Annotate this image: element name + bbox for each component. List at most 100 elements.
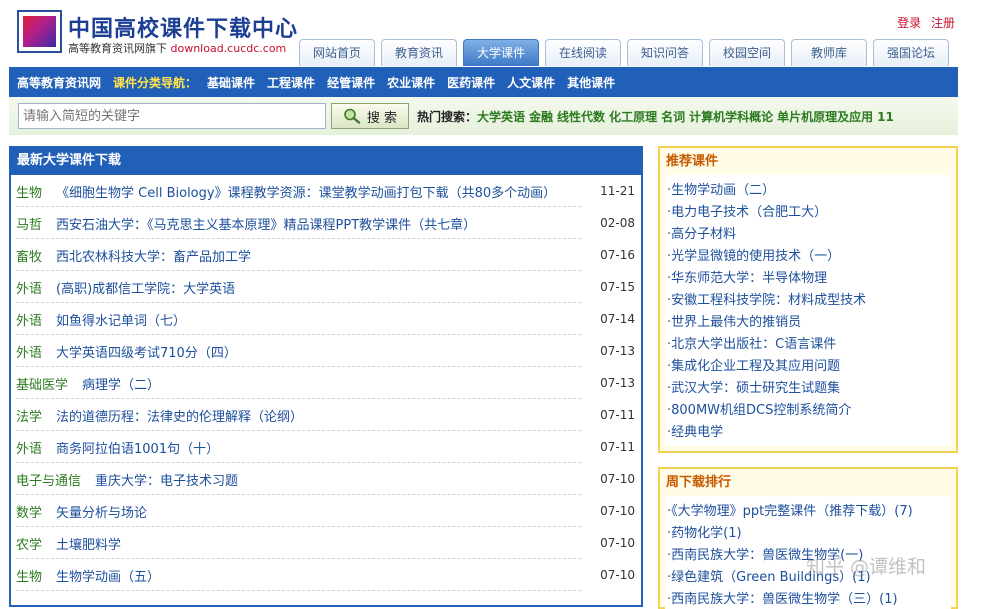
hot-term-2[interactable]: 线性代数 [557,110,605,124]
weekly-ranking-item[interactable]: 西南民族大学：兽医微生物学(一) [667,545,951,567]
item-category[interactable]: 数学 [16,502,42,521]
latest-list-item: 生物 生物学动画（五） 07-10 [11,559,641,591]
recommended-list: 生物学动画（二）电力电子技术（合肥工大）高分子材料光学显微镜的使用技术（一）华东… [667,180,951,444]
item-category[interactable]: 外语 [16,438,42,457]
item-category[interactable]: 法学 [16,406,42,425]
recommended-item[interactable]: 集成化企业工程及其应用问题 [667,356,951,378]
item-title-link[interactable]: 法的道德历程：法律史的伦理解释（论纲） [56,406,303,425]
item-date: 07-11 [600,440,635,454]
nav-category-5[interactable]: 人文课件 [507,74,555,91]
latest-list-item: 马哲 西安石油大学：《马克思主义基本原理》精品课程PPT教学课件（共七章） 02-0… [11,207,641,239]
item-title-link[interactable]: 重庆大学：电子技术习题 [95,470,238,489]
item-category[interactable]: 外语 [16,342,42,361]
item-title-link[interactable]: 西安石油大学：《马克思主义基本原理》精品课程PPT教学课件（共七章） [56,214,476,233]
item-date: 07-10 [600,472,635,486]
hot-term-3[interactable]: 化工原理 [609,110,657,124]
item-category[interactable]: 马哲 [16,214,42,233]
latest-panel-title: 最新大学课件下载 [11,146,641,175]
weekly-ranking-item[interactable]: 西南民族大学：兽医微生物学（三）(1) [667,589,951,609]
hot-search-label: 热门搜索： [417,109,478,124]
nav-category-2[interactable]: 经管课件 [327,74,375,91]
recommended-item[interactable]: 800MW机组DCS控制系统简介 [667,400,951,422]
search-input[interactable] [18,103,326,129]
item-date: 07-10 [600,504,635,518]
site-logo[interactable] [17,10,62,53]
nav-category-6[interactable]: 其他课件 [567,74,615,91]
hot-term-1[interactable]: 金融 [529,110,553,124]
recommended-item[interactable]: 高分子材料 [667,224,951,246]
item-date: 07-11 [600,408,635,422]
nav-category-1[interactable]: 工程课件 [267,74,315,91]
search-bar: 搜 索 热门搜索：大学英语金融线性代数化工原理名词计算机学科概论单片机原理及应用… [9,97,958,135]
tab-6[interactable]: 教师库 [791,39,867,66]
recommended-item[interactable]: 华东师范大学：半导体物理 [667,268,951,290]
item-category[interactable]: 外语 [16,278,42,297]
hot-search: 热门搜索：大学英语 金融 线性代数 化工原理 名词 计算机学科概论 单片机原理及应用 11 [417,108,898,125]
latest-list-item: 外语 如鱼得水记单词（七） 07-14 [11,303,641,335]
nav-home-link[interactable]: 高等教育资讯网 [17,74,101,91]
recommended-item[interactable]: 光学显微镜的使用技术（一） [667,246,951,268]
latest-list-item: 法学 法的道德历程：法律史的伦理解释（论纲） 07-11 [11,399,641,431]
weekly-ranking-item[interactable]: 《大学物理》ppt完整课件（推荐下载）(7) [667,501,951,523]
item-category[interactable]: 畜牧 [16,246,42,265]
item-date: 07-10 [600,536,635,550]
recommended-item[interactable]: 经典电学 [667,422,951,444]
latest-list-item: 外语 商务阿拉伯语1001句（十） 07-11 [11,431,641,463]
item-title-link[interactable]: 土壤肥料学 [56,534,121,553]
item-title-link[interactable]: 西北农林科技大学：畜产品加工学 [56,246,251,265]
tab-0[interactable]: 网站首页 [299,39,375,66]
item-title-link[interactable]: 生物学动画（五） [56,566,160,585]
tab-5[interactable]: 校园空间 [709,39,785,66]
item-category[interactable]: 电子与通信 [16,470,81,489]
site-subtitle: 高等教育资讯网旗下 download.cucdc.com [68,40,286,56]
item-category[interactable]: 基础医学 [16,374,68,393]
item-date: 02-08 [600,216,635,230]
search-button[interactable]: 搜 索 [331,103,409,129]
item-title-link[interactable]: 商务阿拉伯语1001句（十） [56,438,219,457]
hot-term-5[interactable]: 计算机学科概论 [689,110,773,124]
tab-7[interactable]: 强国论坛 [873,39,949,66]
hot-term-6[interactable]: 单片机原理及应用 [777,110,873,124]
weekly-ranking-item[interactable]: 药物化学(1) [667,523,951,545]
hot-term-4[interactable]: 名词 [661,110,685,124]
recommended-item[interactable]: 生物学动画（二） [667,180,951,202]
site-url[interactable]: download.cucdc.com [171,42,287,55]
item-date: 07-14 [600,312,635,326]
site-subtitle-text: 高等教育资讯网旗下 [68,42,167,55]
latest-list-item: 外语 (高职)成都信工学院：大学英语 07-15 [11,271,641,303]
item-category[interactable]: 农学 [16,534,42,553]
item-category[interactable]: 外语 [16,310,42,329]
item-title-link[interactable]: 病理学（二） [82,374,160,393]
item-title-link[interactable]: 《细胞生物学 Cell Biology》课程教学资源：课堂教学动画打包下载（共8… [56,182,556,201]
weekly-ranking-item[interactable]: 绿色建筑（Green Buildings）(1) [667,567,951,589]
item-title-link[interactable]: (高职)成都信工学院：大学英语 [56,278,235,297]
item-title-link[interactable]: 矢量分析与场论 [56,502,147,521]
search-button-label: 搜 索 [366,110,398,126]
weekly-ranking-panel: 周下载排行 《大学物理》ppt完整课件（推荐下载）(7)药物化学(1)西南民族大… [658,467,958,609]
tab-4[interactable]: 知识问答 [627,39,703,66]
item-date: 07-16 [600,248,635,262]
nav-category-4[interactable]: 医药课件 [447,74,495,91]
tab-2[interactable]: 大学课件 [463,39,539,66]
nav-category-3[interactable]: 农业课件 [387,74,435,91]
item-date: 07-13 [600,376,635,390]
recommended-item[interactable]: 武汉大学：硕士研究生试题集 [667,378,951,400]
item-category[interactable]: 生物 [16,182,42,201]
login-link[interactable]: 登录 [897,16,921,30]
register-link[interactable]: 注册 [931,16,955,30]
tab-1[interactable]: 教育资讯 [381,39,457,66]
item-title-link[interactable]: 如鱼得水记单词（七） [56,310,186,329]
nav-category-0[interactable]: 基础课件 [207,74,255,91]
recommended-item[interactable]: 北京大学出版社：C语言课件 [667,334,951,356]
hot-term-7[interactable]: 11 [877,110,894,124]
tab-3[interactable]: 在线阅读 [545,39,621,66]
latest-list-item: 畜牧 西北农林科技大学：畜产品加工学 07-16 [11,239,641,271]
item-title-link[interactable]: 大学英语四级考试710分（四） [56,342,237,361]
recommended-item[interactable]: 电力电子技术（合肥工大） [667,202,951,224]
recommended-item[interactable]: 安徽工程科技学院：材料成型技术 [667,290,951,312]
recommended-item[interactable]: 世界上最伟大的推销员 [667,312,951,334]
category-navbar: 高等教育资讯网 课件分类导航： 基础课件 工程课件 经管课件 农业课件 医药课件 人文课件… [9,67,958,97]
latest-list-item: 农学 土壤肥料学 07-10 [11,527,641,559]
hot-term-0[interactable]: 大学英语 [477,110,525,124]
item-category[interactable]: 生物 [16,566,42,585]
